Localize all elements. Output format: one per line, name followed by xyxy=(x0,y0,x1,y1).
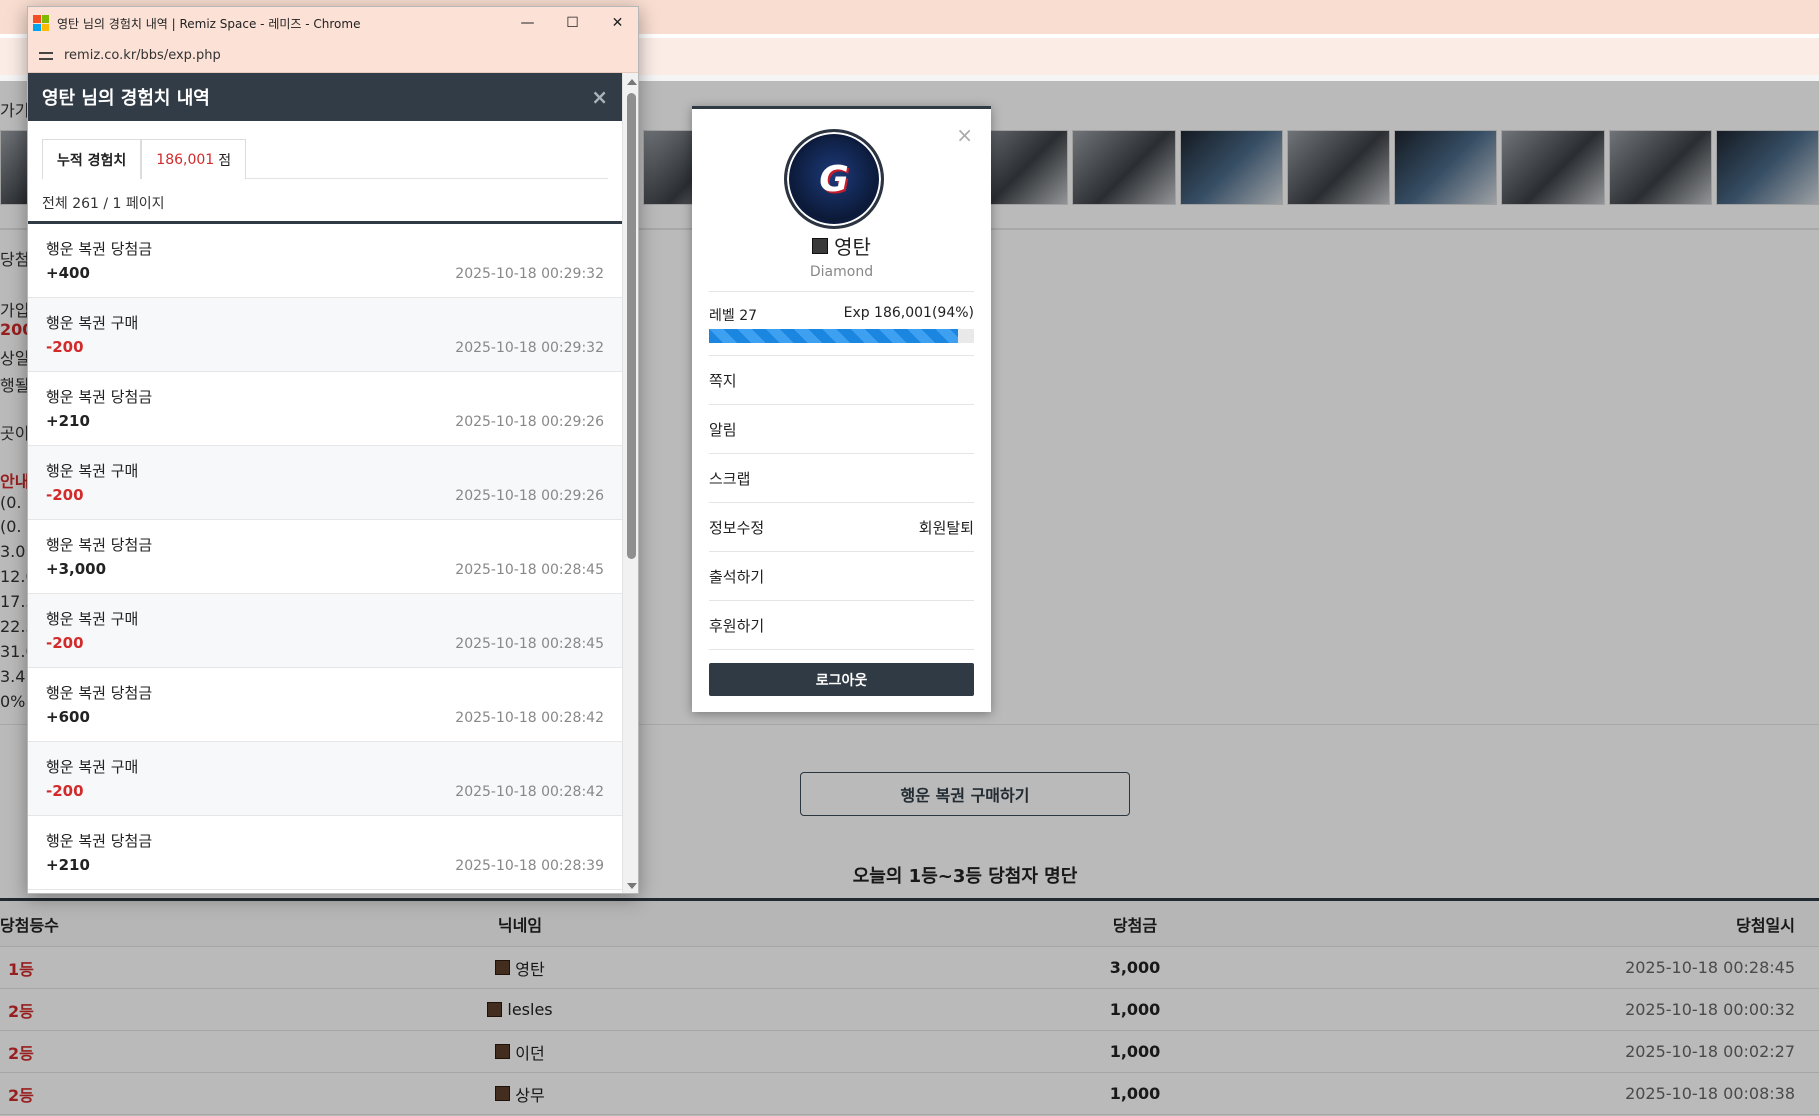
window-controls: — ☐ ✕ xyxy=(505,7,638,39)
profile-rank: Diamond xyxy=(809,264,874,280)
exp-item-value: -200 xyxy=(46,338,84,356)
exp-label: Exp 186,001(94%) xyxy=(843,305,974,321)
exp-item-value: -200 xyxy=(46,486,84,504)
exp-item-date: 2025-10-18 00:28:42 xyxy=(455,710,604,726)
exp-item-date: 2025-10-18 00:29:26 xyxy=(455,488,604,504)
logout-button[interactable]: 로그아웃 xyxy=(709,663,974,696)
minimize-icon[interactable]: — xyxy=(505,7,550,39)
menu-item-scrap[interactable]: 스크랩 xyxy=(709,454,974,503)
exp-summary: 전체 261 / 1 페이지 xyxy=(42,196,165,212)
menu-item-label: 후원하기 xyxy=(709,616,765,635)
exp-item-value: -200 xyxy=(46,782,84,800)
exp-item-date: 2025-10-18 00:28:45 xyxy=(455,562,604,578)
exp-item-date: 2025-10-18 00:29:26 xyxy=(455,414,604,430)
scroll-up-icon[interactable] xyxy=(627,79,637,85)
exp-item-date: 2025-10-18 00:28:42 xyxy=(455,784,604,800)
exp-item-date: 2025-10-18 00:29:32 xyxy=(455,340,604,356)
scroll-down-icon[interactable] xyxy=(627,883,637,889)
list-item: 행운 복권 당첨금 +600 2025-10-18 00:28:42 xyxy=(28,668,622,742)
chrome-popup-window: 영탄 님의 경험치 내역 | Remiz Space - 레미즈 - Chrom… xyxy=(27,6,639,894)
exp-item-title: 행운 복권 당첨금 xyxy=(46,388,153,406)
list-item: 행운 복권 당첨금 +400 2025-10-18 00:29:32 xyxy=(28,224,622,298)
list-item: 행운 복권 구매 -200 2025-10-18 00:29:26 xyxy=(28,446,622,520)
divider xyxy=(709,291,974,292)
address-bar[interactable]: remiz.co.kr/bbs/exp.php xyxy=(28,39,638,73)
exp-header: 영탄 님의 경험치 내역 × xyxy=(28,73,622,121)
exp-tabs: 누적 경험치 186,001 점 xyxy=(42,139,608,179)
exp-item-value: +400 xyxy=(46,264,90,282)
menu-item-attendance[interactable]: 출석하기 xyxy=(709,552,974,601)
points-unit: 점 xyxy=(218,152,232,169)
profile-popup: × G 영탄 Diamond 레벨 27 Exp 186,001(94%) 쪽지… xyxy=(692,106,991,712)
exp-item-title: 행운 복권 구매 xyxy=(46,314,139,332)
avatar: G xyxy=(784,129,884,229)
site-info-icon[interactable] xyxy=(38,48,54,64)
level-label: 레벨 27 xyxy=(709,308,758,324)
menu-item-memo[interactable]: 쪽지 xyxy=(709,356,974,405)
page-title: 영탄 님의 경험치 내역 xyxy=(42,88,210,109)
exp-item-title: 행운 복권 당첨금 xyxy=(46,240,153,258)
url-text[interactable]: remiz.co.kr/bbs/exp.php xyxy=(64,48,221,63)
exp-item-value: +3,000 xyxy=(46,560,107,578)
list-item: 행운 복권 당첨금 +3,000 2025-10-18 00:28:45 xyxy=(28,520,622,594)
scrollbar[interactable] xyxy=(622,73,638,893)
exp-item-date: 2025-10-18 00:28:39 xyxy=(455,858,604,874)
maximize-icon[interactable]: ☐ xyxy=(550,7,595,39)
exp-item-title: 행운 복권 당첨금 xyxy=(46,832,153,850)
points-badge: 186,001 점 xyxy=(141,139,247,179)
exp-item-value: +600 xyxy=(46,708,90,726)
exp-item-date: 2025-10-18 00:29:32 xyxy=(455,266,604,282)
menu-item-label: 쪽지 xyxy=(709,371,737,390)
avatar-logo: G xyxy=(792,137,876,221)
tab-cumulative-exp[interactable]: 누적 경험치 xyxy=(42,139,142,179)
scrollbar-thumb[interactable] xyxy=(627,93,636,559)
profile-name: 영탄 xyxy=(834,235,871,259)
profile-name-row: 영탄 xyxy=(692,231,991,260)
menu-item-donate[interactable]: 후원하기 xyxy=(709,601,974,650)
level-row: 레벨 27 Exp 186,001(94%) xyxy=(709,305,974,325)
list-item: 행운 복권 구매 -200 2025-10-18 00:29:32 xyxy=(28,298,622,372)
list-item: 행운 복권 당첨금 +210 2025-10-18 00:29:26 xyxy=(28,372,622,446)
exp-list: 행운 복권 당첨금 +400 2025-10-18 00:29:32 행운 복권 구매… xyxy=(28,221,622,890)
close-icon[interactable]: ✕ xyxy=(595,7,638,39)
window-title: 영탄 님의 경험치 내역 | Remiz Space - 레미즈 - Chrom… xyxy=(57,16,361,31)
list-item: 행운 복권 당첨금 +210 2025-10-18 00:28:39 xyxy=(28,816,622,890)
list-item: 행운 복권 구매 -200 2025-10-18 00:28:42 xyxy=(28,742,622,816)
menu-item-notifications[interactable]: 알림 xyxy=(709,405,974,454)
menu-item-label: 스크랩 xyxy=(709,469,751,488)
close-icon[interactable]: × xyxy=(591,85,608,109)
menu-item-label: 출석하기 xyxy=(709,567,765,586)
exp-item-title: 행운 복권 구매 xyxy=(46,758,139,776)
exp-item-value: +210 xyxy=(46,412,90,430)
menu-item-label: 정보수정 xyxy=(709,518,765,537)
exp-item-title: 행운 복권 구매 xyxy=(46,610,139,628)
exp-item-title: 행운 복권 구매 xyxy=(46,462,139,480)
level-icon xyxy=(812,237,829,254)
exp-progress-fill xyxy=(709,329,959,343)
points-value: 186,001 xyxy=(156,151,215,168)
menu-item-edit-info[interactable]: 정보수정 회원탈퇴 xyxy=(709,503,974,552)
window-content: 영탄 님의 경험치 내역 × 누적 경험치 186,001 점 전체 261 /… xyxy=(28,73,638,893)
menu-item-label: 알림 xyxy=(709,420,737,439)
exp-item-value: +210 xyxy=(46,856,90,874)
exp-item-title: 행운 복권 당첨금 xyxy=(46,536,153,554)
exp-progress-bar xyxy=(709,329,974,343)
site-favicon-icon xyxy=(33,15,49,31)
exp-item-date: 2025-10-18 00:28:45 xyxy=(455,636,604,652)
exp-item-value: -200 xyxy=(46,634,84,652)
withdraw-link[interactable]: 회원탈퇴 xyxy=(919,517,974,538)
exp-item-title: 행운 복권 당첨금 xyxy=(46,684,153,702)
list-item: 행운 복권 구매 -200 2025-10-18 00:28:45 xyxy=(28,594,622,668)
window-titlebar[interactable]: 영탄 님의 경험치 내역 | Remiz Space - 레미즈 - Chrom… xyxy=(28,7,638,39)
close-icon[interactable]: × xyxy=(956,123,973,147)
